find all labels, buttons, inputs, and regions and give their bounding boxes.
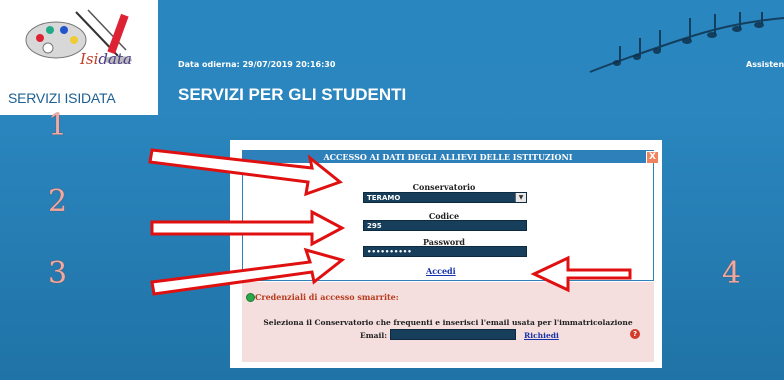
login-dialog: ACCESSO AI DATI DEGLI ALLIEVI DELLE ISTI…	[242, 150, 659, 362]
current-date: Data odierna: 29/07/2019 20:16:30	[178, 60, 336, 69]
email-label: Email:	[360, 331, 387, 340]
assistance-link[interactable]: Assisten	[746, 60, 784, 69]
logo-block[interactable]: Isidata SERVIZI ISIDATA	[0, 0, 158, 115]
logo-wordmark: Isidata	[80, 50, 132, 68]
marker-2: 2	[48, 184, 68, 219]
request-button[interactable]: Richiedi	[524, 331, 559, 340]
logo-word-prefix: Isi	[80, 50, 99, 68]
dialog-title: ACCESSO AI DATI DEGLI ALLIEVI DELLE ISTI…	[323, 152, 573, 162]
logo-caption: SERVIZI ISIDATA	[8, 90, 116, 106]
conservatorio-label: Conservatorio	[412, 182, 476, 192]
page-title: SERVIZI PER GLI STUDENTI	[178, 85, 407, 104]
green-circle-icon	[246, 293, 255, 302]
marker-4: 4	[722, 256, 742, 291]
dropdown-arrow-icon[interactable]: ▼	[515, 193, 526, 202]
marker-3: 3	[48, 256, 68, 291]
codice-input[interactable]: 295	[363, 220, 527, 231]
lost-credentials-title: Credenziali di accesso smarrite:	[255, 292, 399, 302]
login-button[interactable]: Accedi	[426, 266, 456, 276]
lost-credentials-instructions: Seleziona il Conservatorio che frequenti…	[263, 318, 633, 327]
dialog-titlebar: ACCESSO AI DATI DEGLI ALLIEVI DELLE ISTI…	[242, 150, 654, 163]
help-icon[interactable]: ?	[630, 329, 640, 339]
page-background: Isidata SERVIZI ISIDATA Data odierna: 29…	[0, 0, 784, 380]
password-input[interactable]: ••••••••••	[363, 246, 527, 257]
login-form: Conservatorio TERAMO ▼ Codice 295 Passwo…	[242, 163, 654, 281]
logo-word-suffix: data	[98, 50, 132, 68]
conservatorio-value: TERAMO	[367, 194, 401, 202]
music-notes-icon	[589, 12, 784, 73]
email-field[interactable]	[390, 329, 516, 340]
lost-credentials-box: Credenziali di accesso smarrite: Selezio…	[242, 282, 654, 362]
conservatorio-select[interactable]: TERAMO ▼	[363, 192, 527, 203]
marker-1: 1	[48, 108, 68, 143]
